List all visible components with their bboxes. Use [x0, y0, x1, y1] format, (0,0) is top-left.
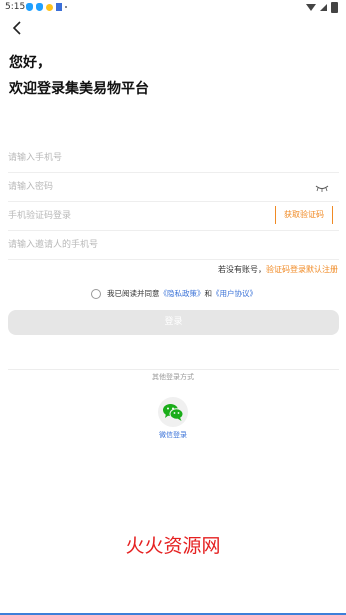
phone-input[interactable] — [8, 150, 268, 166]
agreement-and: 和 — [204, 289, 213, 298]
welcome-title: 欢迎登录集美易物平台 — [9, 81, 149, 97]
cellular-icon — [320, 4, 327, 11]
status-time: 5:15 — [5, 2, 26, 12]
register-prefix: 若没有账号， — [218, 265, 266, 274]
qq-icon — [26, 3, 33, 11]
wechat-icon — [163, 404, 184, 421]
wechat-login-label[interactable]: 微信登录 — [0, 430, 346, 440]
get-code-button[interactable]: 获取验证码 — [275, 206, 333, 224]
more-notifications-icon — [65, 6, 67, 8]
register-hint: 若没有账号，验证码登录默认注册 — [218, 264, 338, 275]
sms-code-input[interactable] — [8, 208, 268, 224]
agreement-checkbox[interactable] — [91, 288, 101, 299]
app-notification-icon — [56, 3, 62, 11]
eye-closed-icon[interactable] — [315, 184, 329, 192]
user-agreement-link[interactable]: 《用户协议》 — [212, 288, 257, 299]
battery-icon — [331, 2, 338, 13]
back-arrow-icon[interactable] — [10, 20, 26, 36]
phone-field — [8, 143, 339, 173]
system-icons — [306, 2, 338, 13]
watermark-text: 火火资源网 — [125, 535, 221, 557]
wifi-icon — [306, 4, 316, 11]
greeting-title: 您好， — [9, 55, 51, 71]
privacy-policy-link[interactable]: 《隐私政策》 — [160, 288, 205, 299]
qq-icon — [36, 3, 43, 11]
wechat-login-button[interactable] — [158, 397, 188, 427]
agreement-text: 我已阅读并同意 — [107, 289, 160, 298]
password-field — [8, 172, 339, 202]
inviter-phone-input[interactable] — [8, 237, 268, 253]
notification-icons — [26, 3, 67, 11]
agreement-row: 我已阅读并同意 《隐私政策》 和 《用户协议》 — [91, 288, 257, 299]
status-bar: 5:15 — [0, 0, 346, 16]
password-input[interactable] — [8, 179, 268, 195]
sms-code-field: 获取验证码 — [8, 201, 339, 231]
other-login-label: 其他登录方式 — [146, 373, 200, 381]
star-icon — [46, 3, 53, 11]
login-button[interactable]: 登录 — [8, 310, 339, 335]
inviter-field — [8, 230, 339, 260]
register-link[interactable]: 验证码登录默认注册 — [266, 265, 338, 274]
other-login-label-wrap: 其他登录方式 — [0, 364, 346, 383]
